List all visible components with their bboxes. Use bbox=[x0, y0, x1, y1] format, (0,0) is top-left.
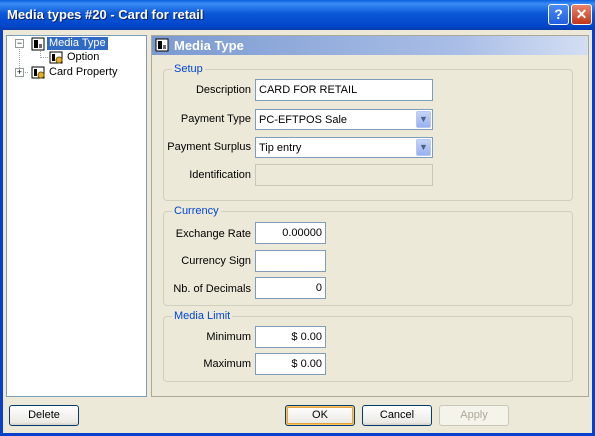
close-icon: ✕ bbox=[575, 6, 588, 22]
tree-item-label: Media Type bbox=[47, 37, 108, 50]
description-field[interactable]: CARD FOR RETAIL bbox=[255, 79, 433, 101]
currency-sign-label: Currency Sign bbox=[181, 255, 251, 267]
panel-header: Media Type bbox=[152, 36, 588, 55]
identification-label: Identification bbox=[189, 169, 251, 181]
window-title: Media types #20 - Card for retail bbox=[7, 7, 204, 22]
identification-field bbox=[255, 164, 433, 186]
tree-line bbox=[41, 57, 48, 58]
option-icon bbox=[49, 51, 63, 64]
media-type-icon bbox=[31, 37, 45, 51]
payment-surplus-label: Payment Surplus bbox=[167, 141, 251, 153]
tree-item-label: Card Property bbox=[49, 66, 118, 78]
panel-title: Media Type bbox=[174, 38, 244, 53]
media-type-icon bbox=[155, 38, 169, 52]
decimals-label: Nb. of Decimals bbox=[173, 283, 251, 295]
maximum-field[interactable]: $ 0.00 bbox=[255, 353, 326, 375]
minimum-label: Minimum bbox=[206, 331, 251, 343]
help-button[interactable]: ? bbox=[548, 4, 569, 25]
collapse-icon[interactable]: − bbox=[15, 39, 24, 48]
currency-group-title: Currency bbox=[172, 205, 221, 217]
cancel-button[interactable]: Cancel bbox=[362, 405, 432, 426]
chevron-down-icon[interactable]: ▼ bbox=[416, 111, 431, 128]
currency-sign-field[interactable] bbox=[255, 250, 326, 272]
payment-surplus-select[interactable]: Tip entry ▼ bbox=[255, 137, 433, 158]
tree-item-label: Option bbox=[67, 51, 100, 63]
setup-group-title: Setup bbox=[172, 63, 205, 75]
title-bar: Media types #20 - Card for retail ? ✕ bbox=[0, 0, 595, 30]
payment-type-select[interactable]: PC-EFTPOS Sale ▼ bbox=[255, 109, 433, 130]
exchange-rate-field[interactable]: 0.00000 bbox=[255, 222, 326, 244]
decimals-field[interactable]: 0 bbox=[255, 277, 326, 299]
navigation-tree[interactable]: − Media Type Option + Card Property bbox=[6, 35, 147, 397]
minimum-field[interactable]: $ 0.00 bbox=[255, 326, 326, 348]
media-limit-group bbox=[163, 316, 573, 382]
payment-type-value: PC-EFTPOS Sale bbox=[259, 114, 348, 126]
chevron-down-icon[interactable]: ▼ bbox=[416, 139, 431, 156]
media-limit-group-title: Media Limit bbox=[172, 310, 233, 322]
close-button[interactable]: ✕ bbox=[571, 4, 592, 25]
maximum-label: Maximum bbox=[203, 358, 251, 370]
help-icon: ? bbox=[554, 6, 563, 22]
payment-surplus-value: Tip entry bbox=[259, 142, 302, 154]
description-label: Description bbox=[195, 84, 251, 96]
card-property-icon bbox=[31, 66, 45, 79]
delete-button[interactable]: Delete bbox=[9, 405, 79, 426]
apply-button: Apply bbox=[439, 405, 509, 426]
ok-button[interactable]: OK bbox=[285, 405, 355, 426]
exchange-rate-label: Exchange Rate bbox=[175, 228, 251, 240]
expand-icon[interactable]: + bbox=[15, 68, 24, 77]
payment-type-label: Payment Type bbox=[180, 113, 251, 125]
